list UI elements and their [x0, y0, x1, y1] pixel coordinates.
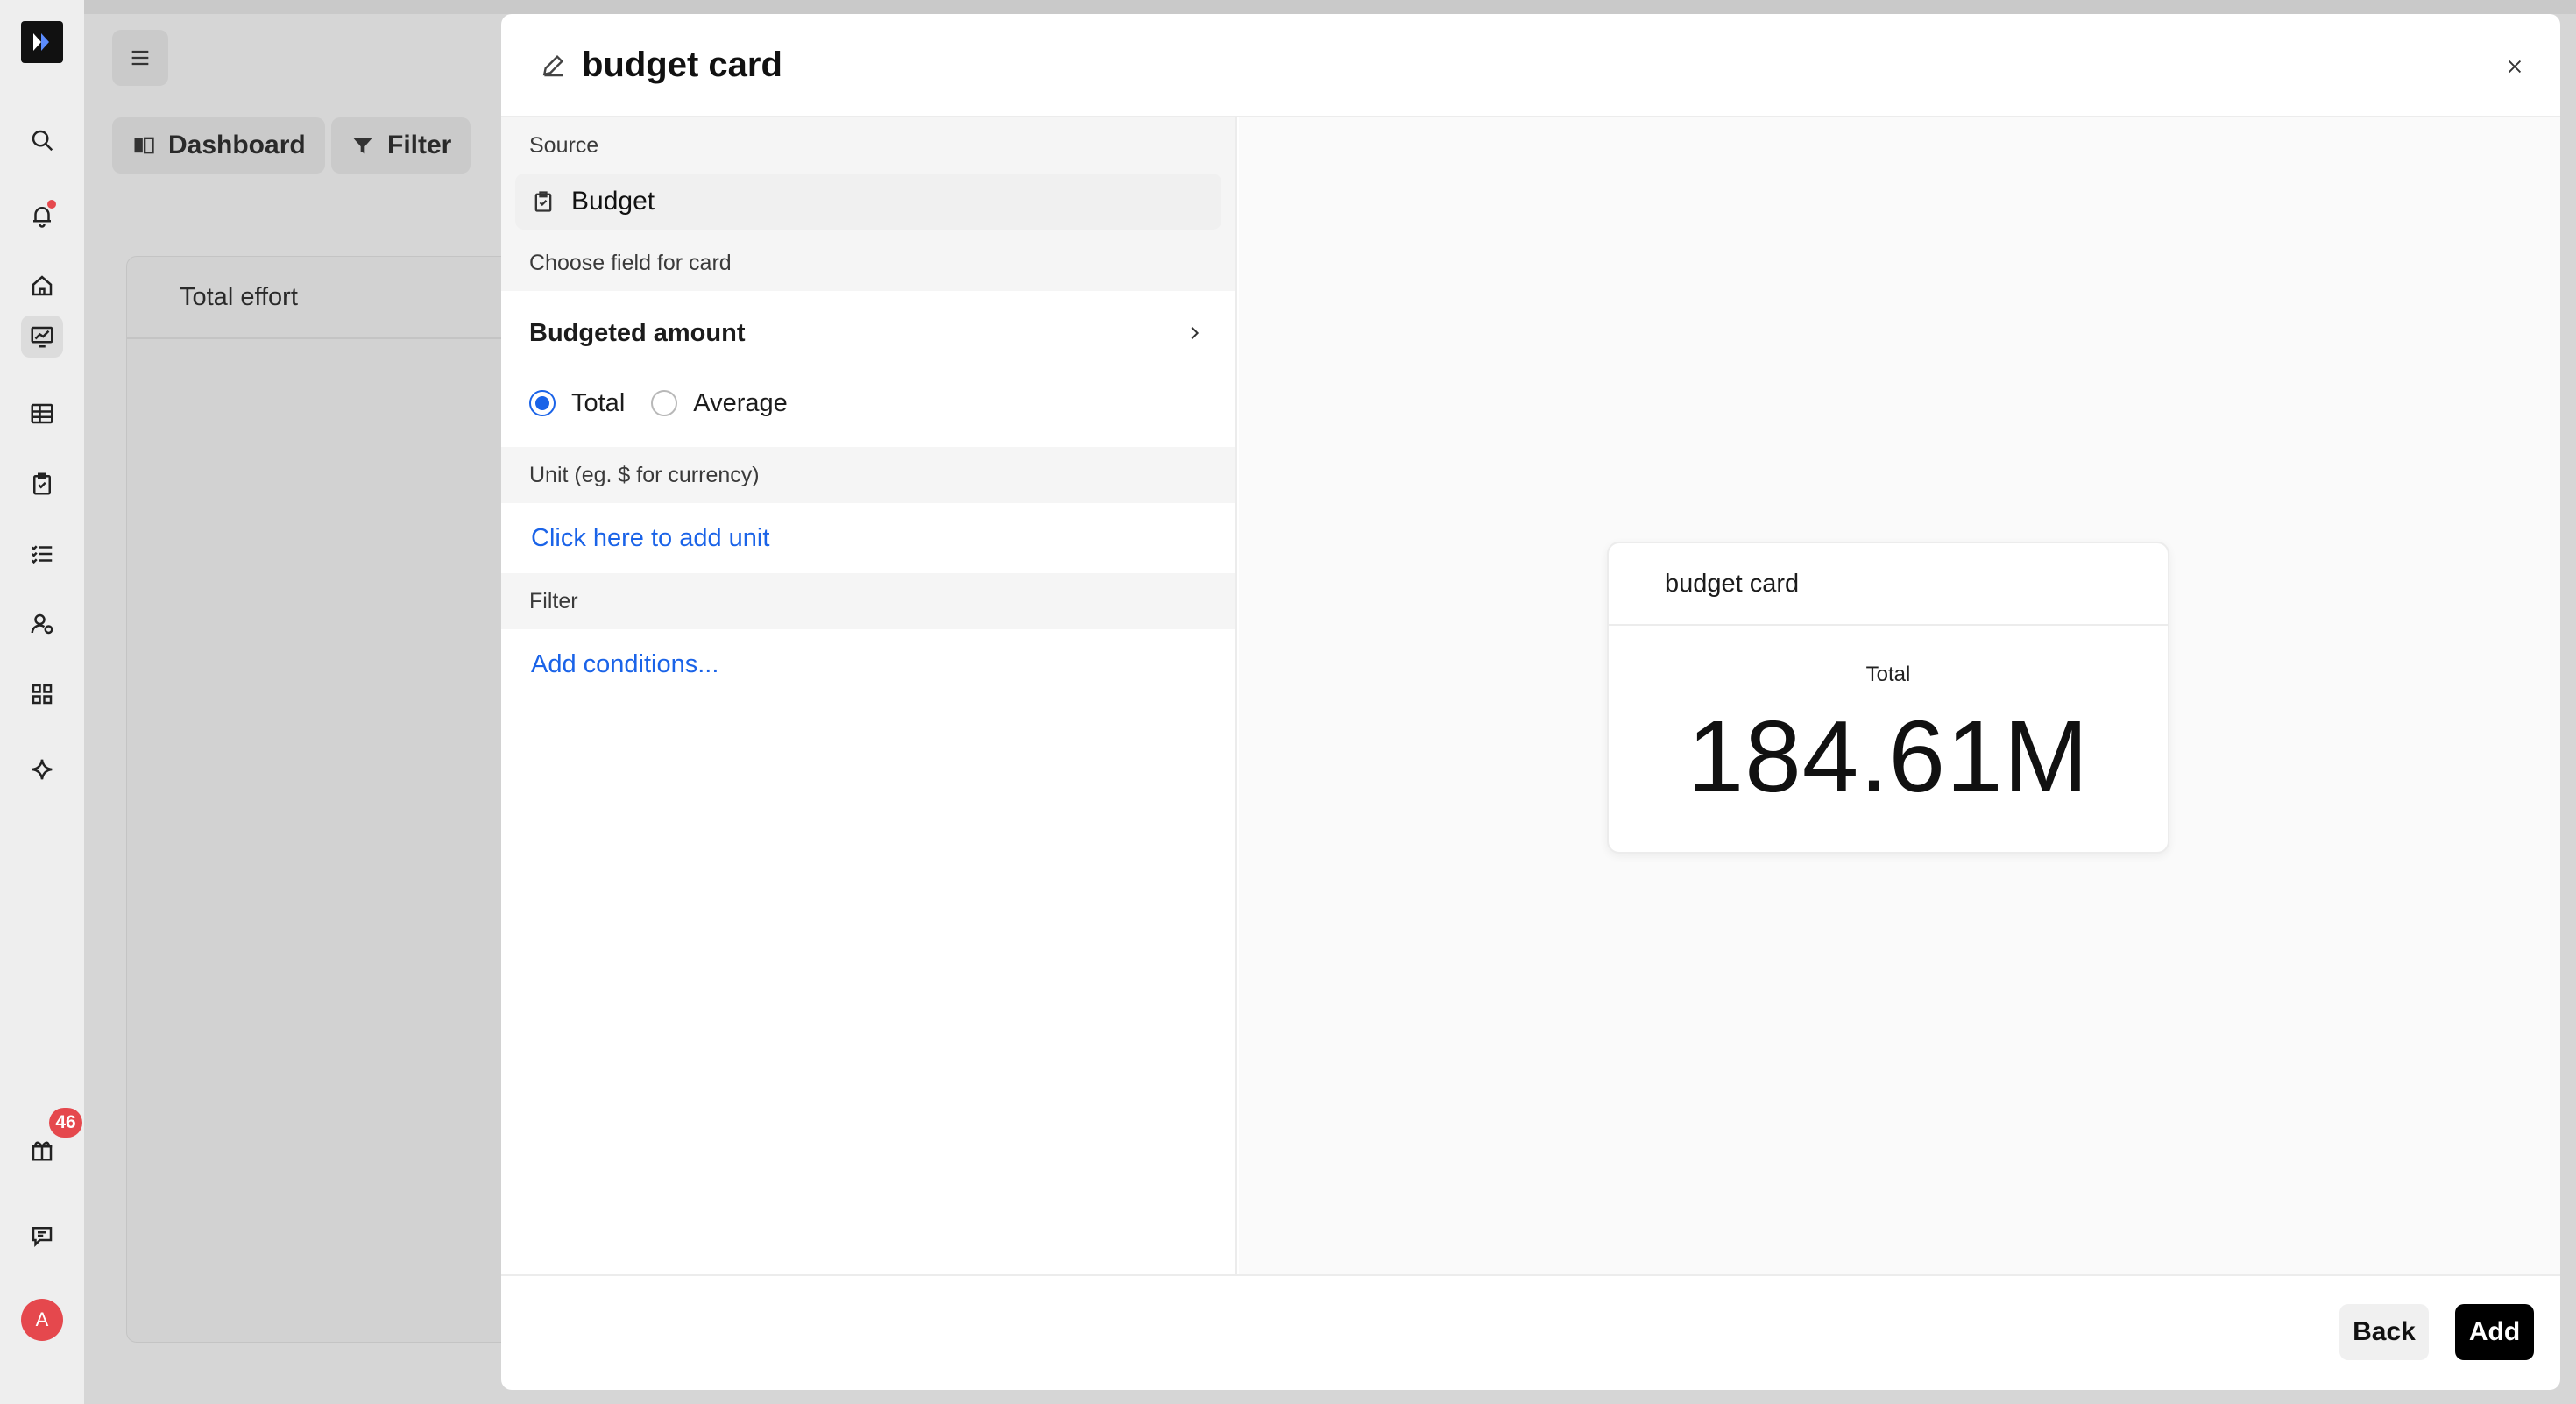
dashboard-button[interactable]: Dashboard — [112, 117, 325, 174]
source-label: Source — [501, 117, 1235, 174]
radio-total-label[interactable]: Total — [571, 389, 625, 418]
chat-icon[interactable] — [21, 1215, 63, 1257]
dashboard-icon[interactable] — [21, 316, 63, 358]
card-editor-modal: budget card Source Budget Choose field f… — [501, 14, 2560, 1390]
field-section-label: Choose field for card — [501, 235, 1235, 291]
field-select[interactable]: Budgeted amount — [501, 291, 1235, 375]
unit-section-label: Unit (eg. $ for currency) — [501, 447, 1235, 503]
dashboard-book-icon — [134, 137, 154, 154]
gift-icon[interactable]: 46 — [21, 1108, 82, 1171]
filter-icon — [353, 138, 372, 154]
sparkle-icon[interactable] — [21, 748, 63, 791]
modal-footer: Back Add — [501, 1274, 2560, 1390]
radio-average-label[interactable]: Average — [693, 389, 788, 418]
filter-button[interactable]: Filter — [331, 117, 471, 174]
config-panel: Source Budget Choose field for card Budg… — [501, 117, 1237, 1274]
apps-icon[interactable] — [21, 673, 63, 715]
avatar[interactable]: A — [21, 1299, 63, 1341]
preview-value: 184.61M — [1687, 699, 2090, 813]
source-section: Source Budget — [501, 117, 1235, 235]
menu-icon[interactable] — [112, 30, 168, 86]
filter-button-label: Filter — [387, 131, 452, 160]
radio-total[interactable] — [529, 390, 556, 416]
search-icon[interactable] — [21, 119, 63, 161]
bell-icon[interactable] — [21, 195, 63, 237]
add-conditions-link[interactable]: Add conditions... — [501, 629, 1235, 699]
field-value: Budgeted amount — [529, 318, 746, 347]
table-icon[interactable] — [21, 393, 63, 435]
list-icon[interactable] — [21, 533, 63, 575]
preview-card-title: budget card — [1609, 543, 2168, 626]
preview-subtitle: Total — [1865, 663, 1911, 686]
gift-badge: 46 — [49, 1108, 82, 1138]
radio-average[interactable] — [651, 390, 678, 416]
source-select[interactable]: Budget — [515, 174, 1221, 230]
user-settings-icon[interactable] — [21, 603, 63, 645]
modal-header: budget card — [501, 14, 2560, 117]
close-icon[interactable] — [2497, 49, 2532, 84]
aggregation-radio-group: Total Average — [501, 375, 1235, 431]
home-icon[interactable] — [21, 265, 63, 307]
dashboard-button-label: Dashboard — [168, 131, 306, 160]
clipboard-icon[interactable] — [21, 463, 63, 505]
preview-panel: budget card Total 184.61M — [1239, 117, 2560, 1274]
add-button[interactable]: Add — [2455, 1304, 2534, 1360]
notification-dot — [47, 200, 56, 209]
back-button[interactable]: Back — [2339, 1304, 2429, 1360]
filter-section-label: Filter — [501, 573, 1235, 629]
clipboard-check-icon — [534, 191, 552, 212]
chevron-right-icon — [1191, 326, 1200, 340]
source-value: Budget — [571, 187, 655, 216]
edit-pencil-icon[interactable] — [540, 51, 568, 79]
modal-title[interactable]: budget card — [582, 46, 782, 85]
preview-card: budget card Total 184.61M — [1607, 542, 2169, 854]
icon-rail: 46 A — [0, 0, 84, 1404]
logo-icon[interactable] — [21, 21, 63, 63]
add-unit-link[interactable]: Click here to add unit — [501, 503, 1235, 573]
